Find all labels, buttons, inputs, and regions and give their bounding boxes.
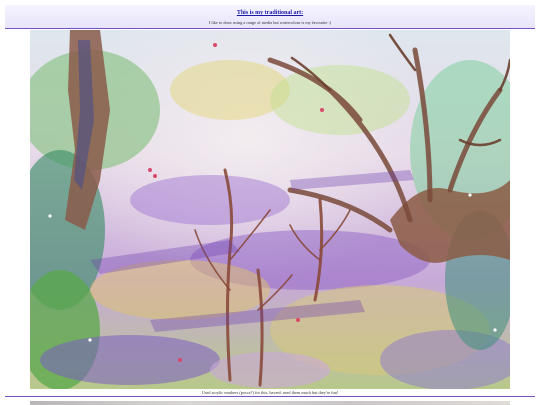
section-divider (5, 396, 535, 397)
page-subtitle: I like to draw using a range of media bu… (208, 20, 332, 25)
page-title[interactable]: This is my traditional art: (5, 10, 535, 17)
artwork-painting (30, 30, 510, 389)
next-artwork-image (30, 401, 510, 405)
page-header: This is my traditional art: I like to dr… (5, 5, 535, 29)
